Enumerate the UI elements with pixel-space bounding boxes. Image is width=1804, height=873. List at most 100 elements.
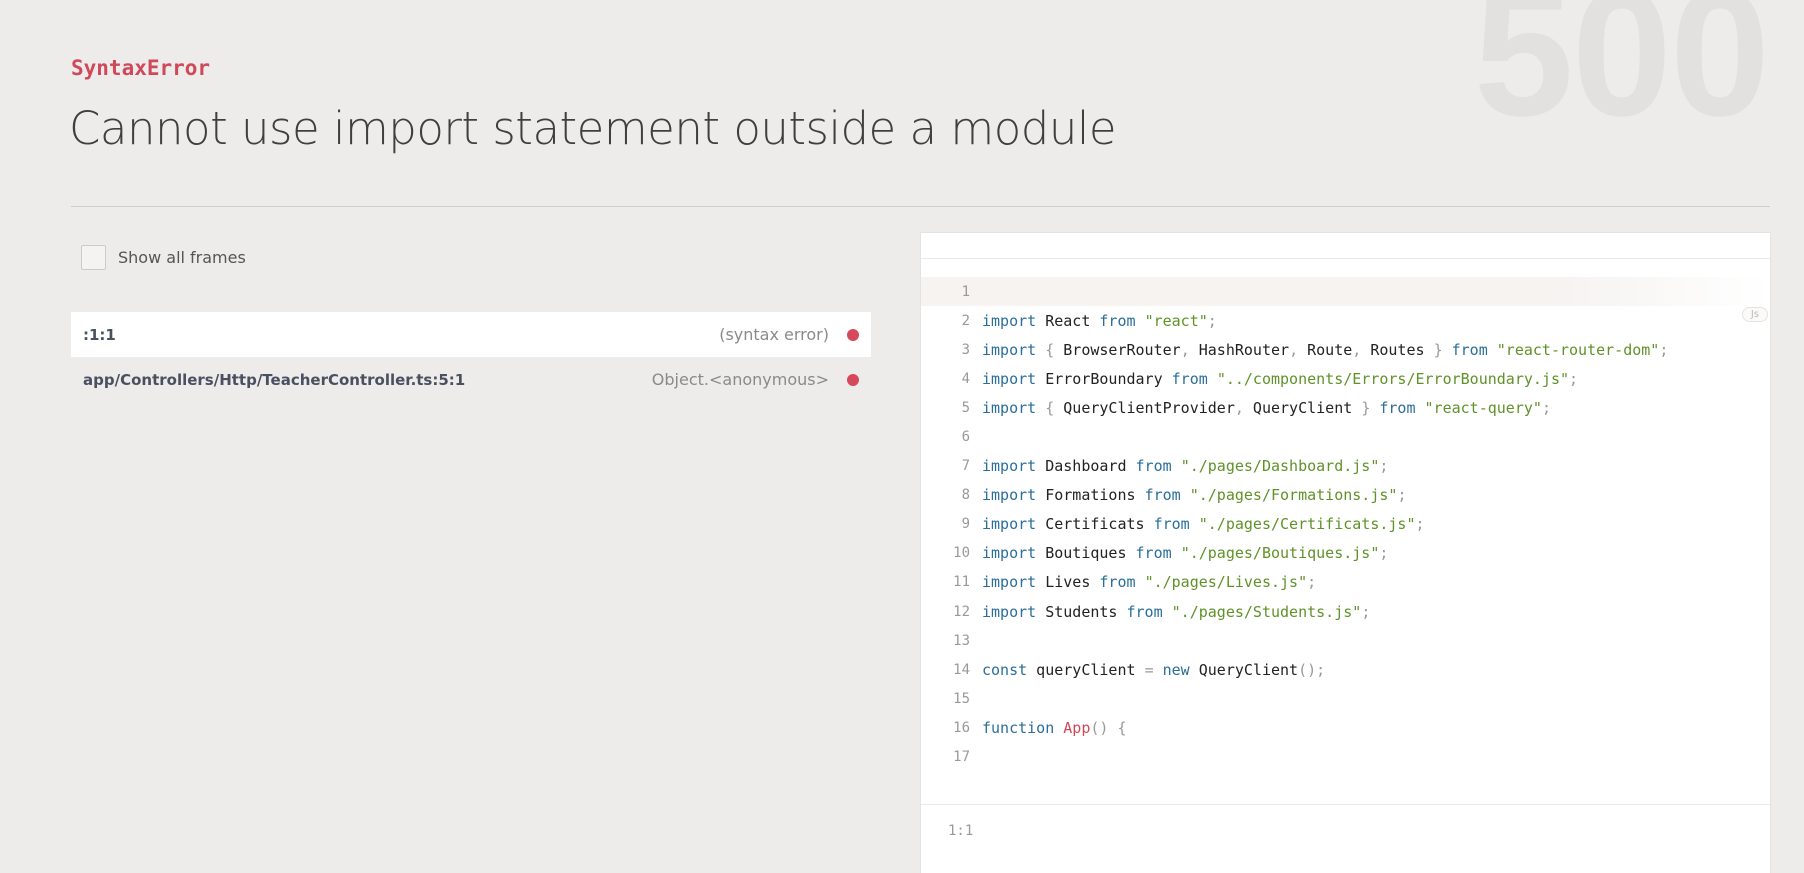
code-token: "./pages/Formations.js" xyxy=(1189,486,1398,505)
code-token: Route xyxy=(1298,340,1353,359)
code-token: ; xyxy=(1397,486,1407,505)
code-token: "./pages/Dashboard.js" xyxy=(1180,457,1380,476)
code-token: Students xyxy=(1036,602,1127,621)
code-token: Dashboard xyxy=(1036,457,1136,476)
code-line: 4 import ErrorBoundary from "../component… xyxy=(921,364,1770,393)
code-line: 17 xyxy=(921,743,1770,772)
code-token: "./pages/Lives.js" xyxy=(1144,573,1308,592)
code-token: from xyxy=(1144,486,1181,505)
code-token: , xyxy=(1180,340,1190,359)
code-token: ; xyxy=(1415,515,1425,534)
code-token: App xyxy=(1063,718,1091,737)
code-text: function App() { xyxy=(982,719,1127,737)
code-token: "./pages/Students.js" xyxy=(1171,602,1362,621)
code-text: import Boutiques from "./pages/Boutiques… xyxy=(982,544,1388,562)
line-number: 13 xyxy=(953,632,970,649)
code-token: Certificats xyxy=(1036,515,1154,534)
line-number: 2 xyxy=(961,312,970,329)
code-token: } xyxy=(1433,340,1443,359)
line-number: 14 xyxy=(953,661,970,678)
code-panel-footer: 1:1 xyxy=(921,804,1770,857)
error-name: SyntaxError xyxy=(71,56,211,80)
code-token: ; xyxy=(1207,311,1217,330)
code-token: "./pages/Certificats.js" xyxy=(1198,515,1416,534)
code-token: "../components/Errors/ErrorBoundary.js" xyxy=(1216,369,1570,388)
code-text: const queryClient = new QueryClient(); xyxy=(982,661,1325,679)
line-number: 4 xyxy=(961,370,970,387)
code-token: from xyxy=(1379,398,1416,417)
show-all-frames-checkbox[interactable] xyxy=(81,245,106,270)
code-viewer[interactable]: Js 1 2 import React from "react"; 3 import {… xyxy=(921,259,1770,772)
line-number: 8 xyxy=(961,487,970,504)
code-token: = xyxy=(1144,660,1154,679)
code-token: { xyxy=(1045,398,1055,417)
code-token: BrowserRouter xyxy=(1054,340,1181,359)
code-token: from xyxy=(1135,457,1172,476)
code-token: QueryClientProvider xyxy=(1054,398,1235,417)
code-token: () xyxy=(1090,718,1109,737)
code-token: "./pages/Boutiques.js" xyxy=(1180,544,1380,563)
code-token: ; xyxy=(1569,369,1579,388)
line-number: 15 xyxy=(953,690,970,707)
code-token: new xyxy=(1162,660,1190,679)
code-token: , xyxy=(1234,398,1244,417)
code-token: queryClient xyxy=(1027,660,1145,679)
line-number: 5 xyxy=(961,399,970,416)
code-token: "react-router-dom" xyxy=(1496,340,1660,359)
code-token: QueryClient xyxy=(1243,398,1362,417)
code-line: 12 import Students from "./pages/Students… xyxy=(921,597,1770,626)
cursor-position: 1:1 xyxy=(948,823,974,839)
code-panel-header xyxy=(921,233,1770,259)
code-line: 10 import Boutiques from "./pages/Boutiqu… xyxy=(921,539,1770,568)
code-line: 1 xyxy=(921,277,1770,307)
code-text: import Formations from "./pages/Formatio… xyxy=(982,486,1406,504)
show-all-frames-toggle[interactable]: Show all frames xyxy=(81,245,246,270)
line-number: 7 xyxy=(961,458,970,475)
stack-frame[interactable]: app/Controllers/Http/TeacherController.t… xyxy=(71,357,871,402)
code-token: import xyxy=(982,340,1037,359)
stack-frame-method: (syntax error) xyxy=(719,325,829,344)
code-line: 5 import { QueryClientProvider, QueryClie… xyxy=(921,393,1770,422)
code-line: 6 xyxy=(921,422,1770,451)
code-preview-panel: Js 1 2 import React from "react"; 3 import {… xyxy=(921,233,1770,873)
line-number: 9 xyxy=(961,516,970,533)
code-line: 7 import Dashboard from "./pages/Dashboar… xyxy=(921,452,1770,481)
code-token: import xyxy=(982,457,1037,476)
header-divider xyxy=(71,206,1770,207)
line-number: 12 xyxy=(953,603,970,620)
line-number: 11 xyxy=(953,574,970,591)
code-token: , xyxy=(1289,340,1299,359)
code-text: import { QueryClientProvider, QueryClien… xyxy=(982,399,1551,417)
line-number: 16 xyxy=(953,719,970,736)
line-number: 17 xyxy=(953,749,970,766)
code-token: from xyxy=(1135,544,1172,563)
stack-frame-file: app/Controllers/Http/TeacherController.t… xyxy=(83,370,466,389)
error-message: Cannot use import statement outside a mo… xyxy=(69,102,1117,155)
code-text: import ErrorBoundary from "../components… xyxy=(982,370,1578,388)
code-token: from xyxy=(1153,515,1190,534)
code-line: 16 function App() { xyxy=(921,713,1770,742)
code-line: 2 import React from "react"; xyxy=(921,306,1770,335)
code-token: ; xyxy=(1379,544,1389,563)
line-number: 10 xyxy=(953,545,970,562)
code-token: React xyxy=(1036,311,1100,330)
line-number: 6 xyxy=(961,429,970,446)
code-token: (); xyxy=(1298,660,1326,679)
code-token: from xyxy=(1126,602,1163,621)
stack-frame[interactable]: :1:1 (syntax error) xyxy=(71,312,871,357)
code-token: } xyxy=(1361,398,1371,417)
code-token: { xyxy=(1045,340,1055,359)
code-line: 14 const queryClient = new QueryClient(); xyxy=(921,655,1770,684)
code-token: ; xyxy=(1659,340,1669,359)
code-token: import xyxy=(982,544,1037,563)
code-line: 13 xyxy=(921,626,1770,655)
code-token: function xyxy=(982,718,1055,737)
